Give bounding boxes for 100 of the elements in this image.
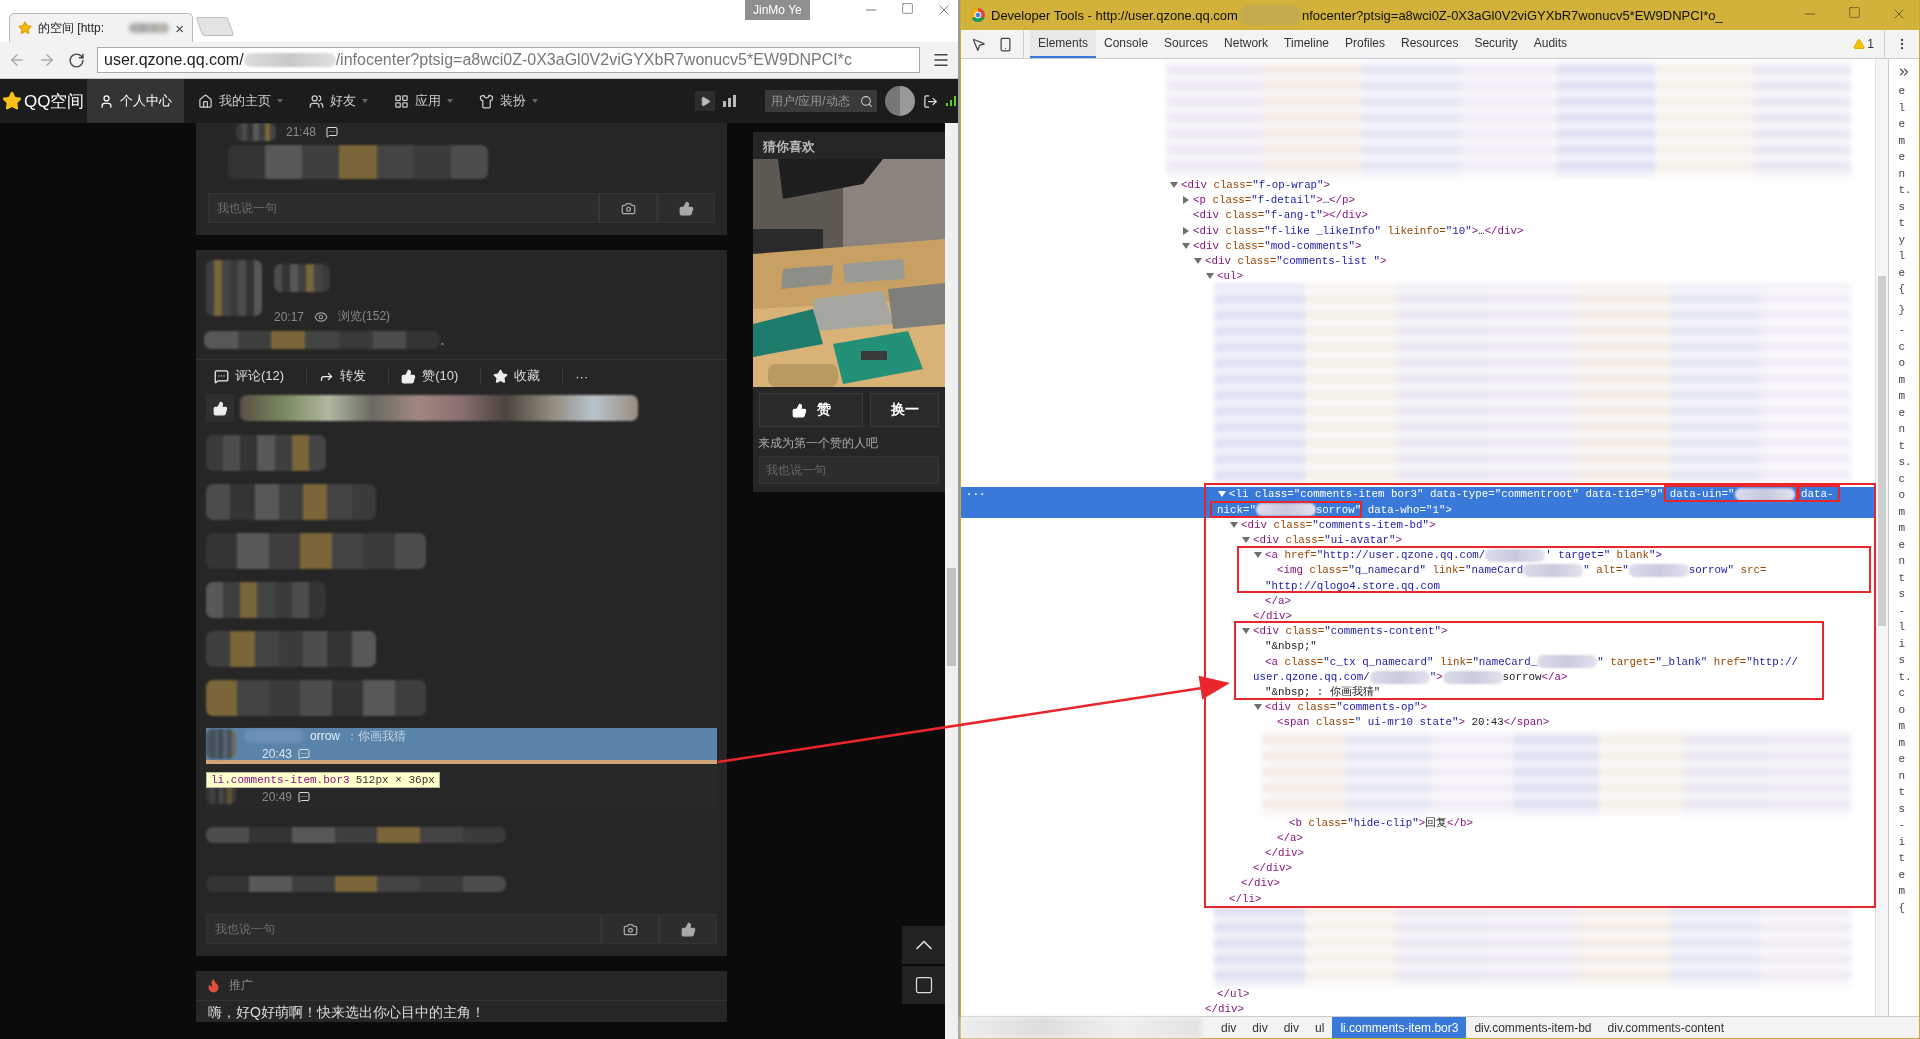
nav-item[interactable]: 装扮 [467, 79, 550, 123]
next-button[interactable]: 换一 [870, 393, 939, 427]
tab-close-button[interactable]: × [175, 19, 184, 37]
star-icon [2, 91, 22, 111]
address-field[interactable]: user.qzone.qq.com/ /infocenter?ptsig=a8wci0Z-0X3aGl0V2viGYXbR7wonucv5*EW9DNPCI*c [97, 47, 920, 73]
browser-tab[interactable]: 的空间 [http: × [9, 13, 193, 42]
dom-node-line[interactable]: <div class="comments-content"> [1253, 624, 1448, 640]
like-button[interactable] [206, 394, 234, 422]
dom-node-line[interactable]: <div class="comments-item-bd"> [1241, 517, 1436, 534]
menu-icon[interactable] [932, 51, 950, 69]
like-button[interactable]: 赞 [759, 393, 863, 427]
down-triangle-icon[interactable] [1182, 241, 1190, 250]
dom-node-line[interactable]: <span class=" ui-mr10 state"> 20:43</span> [1277, 715, 1550, 731]
devtools-tab[interactable]: Resources [1393, 30, 1467, 58]
avatar[interactable] [885, 86, 915, 116]
commenter-name[interactable]: orrow [310, 729, 340, 743]
dom-node-line[interactable]: <div class="ui-avatar"> [1253, 533, 1403, 549]
blurred-avatar [206, 260, 262, 316]
house-icon [198, 93, 213, 109]
nav-item[interactable]: 个人中心 [87, 79, 184, 123]
dom-node-line[interactable]: <div class="f-ang-t"></div> [1193, 208, 1368, 224]
search-field[interactable]: 用户/应用/动态 [765, 90, 877, 112]
people-icon [309, 93, 324, 109]
down-triangle-icon[interactable] [1254, 703, 1262, 712]
scrollbar[interactable] [1875, 59, 1888, 1016]
back-to-top-button[interactable] [902, 926, 946, 964]
nav-item[interactable]: 应用 [382, 79, 465, 123]
post-action-button[interactable]: 赞(10) [401, 368, 482, 384]
maximize-icon[interactable] [901, 2, 914, 15]
chevrons-right-icon[interactable] [1897, 65, 1911, 79]
dom-node-line[interactable]: <div class="f-op-wrap"> [1181, 178, 1331, 194]
camera-button[interactable] [599, 193, 657, 223]
post-action-button[interactable]: 转发 [319, 368, 390, 384]
promo-text[interactable]: 嗨，好Q好萌啊！快来选出你心目中的主角！ [196, 1001, 727, 1022]
dom-node-line[interactable]: <a href="http://user.qzone.qq.com/ ' target=" blank"> [1265, 548, 1662, 564]
breadcrumb[interactable]: div.comments-content [1599, 1017, 1733, 1038]
dom-node-line[interactable]: <p class="f-detail">…</p> [1193, 193, 1356, 209]
play-button[interactable] [695, 91, 715, 111]
style-rule-text: -comments.comments-list.comments-item{ [1898, 323, 1910, 916]
down-triangle-icon[interactable] [1218, 490, 1226, 499]
closing-tag: </div> [1241, 876, 1280, 892]
devtools-tab[interactable]: Console [1096, 30, 1157, 58]
nav-item[interactable]: 我的主页 [186, 79, 295, 123]
logout-icon[interactable] [923, 93, 938, 109]
devtools-tab[interactable]: Profiles [1337, 30, 1394, 58]
dom-node-line[interactable]: <img class="q_namecard" link="nameCard " alt=" sorrow" src= "http://qlogo4.store.qq.com [1265, 563, 1767, 594]
dom-node-line[interactable]: <div class="mod-comments"> [1193, 238, 1362, 254]
blurred-text [1537, 655, 1598, 669]
breadcrumb[interactable]: div [1213, 1017, 1245, 1038]
right-triangle-icon[interactable] [1182, 226, 1190, 235]
down-triangle-icon[interactable] [1242, 627, 1250, 636]
post-action-button[interactable]: ··· [575, 368, 611, 384]
devtools-tab[interactable]: Elements [1030, 30, 1097, 58]
nav-item[interactable]: 好友 [297, 79, 380, 123]
post-action-button[interactable]: 评论(12) [214, 368, 308, 384]
inspect-icon[interactable] [971, 36, 986, 52]
down-triangle-icon[interactable] [1254, 551, 1262, 560]
scrollbar[interactable] [945, 123, 958, 1039]
dom-node-line[interactable]: "&nbsp; : 你画我猜" [1265, 685, 1381, 701]
post-action-button[interactable]: 收藏 [493, 368, 564, 384]
bar-chart-icon[interactable] [723, 95, 737, 107]
breadcrumb[interactable]: div [1244, 1017, 1276, 1038]
breadcrumb[interactable]: div.comments-item-bd [1466, 1017, 1600, 1038]
like-button[interactable] [657, 193, 715, 223]
dom-node-line[interactable]: <div class="f-like _likeInfo" likeinfo="10">…</div> [1193, 223, 1524, 239]
down-triangle-icon[interactable] [1230, 520, 1238, 529]
dom-node-line[interactable]: <div class="comments-list "> [1205, 254, 1387, 270]
post-text: 。 [440, 332, 452, 349]
site-logo[interactable]: QQ空间 [0, 89, 87, 113]
dom-node-line[interactable]: <b class="hide-clip">回复</b> [1289, 815, 1474, 831]
dom-node-line[interactable]: <ul> [1217, 269, 1243, 285]
more-button[interactable]: ··· [966, 487, 986, 503]
like-button[interactable] [659, 914, 717, 944]
devtools-tab[interactable]: Audits [1525, 30, 1576, 58]
blurred-text [1628, 564, 1689, 578]
dom-node-line[interactable]: "&nbsp;" [1265, 639, 1317, 655]
comment-text: ：你画我猜 [346, 727, 406, 745]
warning-count[interactable]: 1 [1867, 37, 1874, 51]
down-triangle-icon[interactable] [1170, 181, 1178, 189]
devtools-tab[interactable]: Security [1466, 30, 1526, 58]
reload-icon[interactable] [68, 51, 85, 69]
view-count: 浏览(152) [338, 308, 391, 325]
down-triangle-icon[interactable] [1242, 536, 1250, 545]
devtools-tab[interactable]: Network [1216, 30, 1277, 58]
dom-node-line[interactable]: <a class="c_tx q_namecard" link="nameCard_ " target="_blank" href="http:// user.qzone.qq.com/ "> sorrow</a> [1253, 654, 1799, 686]
phone-icon[interactable] [998, 36, 1013, 52]
breadcrumb[interactable]: li.comments-item.bor3 [1332, 1017, 1467, 1038]
devtools-tab[interactable]: Timeline [1276, 30, 1337, 58]
down-triangle-icon[interactable] [1206, 272, 1214, 281]
breadcrumb[interactable]: div [1275, 1017, 1308, 1038]
breadcrumb[interactable]: ul [1307, 1017, 1333, 1038]
right-triangle-icon[interactable] [1182, 196, 1190, 205]
speech-bubble-icon[interactable] [326, 126, 339, 138]
dom-node-line[interactable]: <div class="comments-op"> [1265, 700, 1427, 716]
down-triangle-icon[interactable] [1194, 257, 1202, 265]
search-icon[interactable] [860, 94, 873, 108]
speech-bubble-icon[interactable] [298, 791, 311, 803]
devtools-tab[interactable]: Sources [1156, 30, 1217, 58]
window-button[interactable] [902, 966, 946, 1004]
camera-button[interactable] [601, 914, 659, 944]
